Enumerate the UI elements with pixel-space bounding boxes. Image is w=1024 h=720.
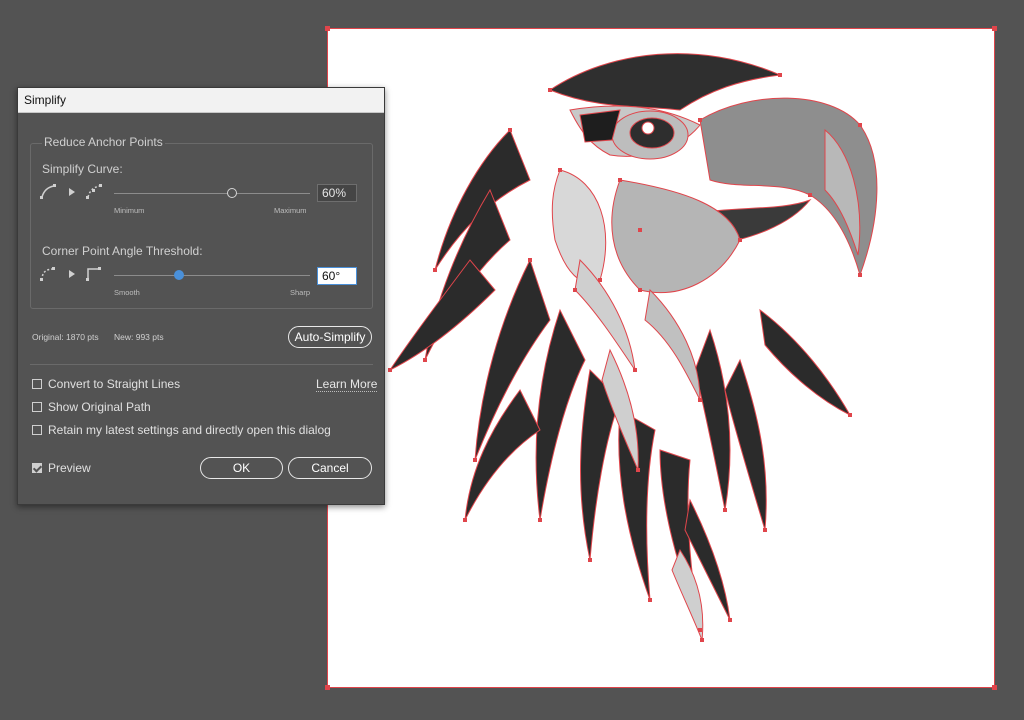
show-original-path-checkbox[interactable] — [32, 402, 42, 412]
artboard-corner-handle[interactable] — [325, 26, 330, 31]
retain-settings-option[interactable]: Retain my latest settings and directly o… — [32, 422, 331, 438]
simplify-dialog: Simplify Reduce Anchor Points Simplify C… — [17, 87, 385, 505]
preview-label: Preview — [48, 461, 91, 475]
simplify-curve-max-label: Maximum — [274, 206, 307, 215]
show-original-path-option[interactable]: Show Original Path — [32, 399, 151, 415]
corner-threshold-label: Corner Point Angle Threshold: — [42, 244, 203, 258]
preview-checkbox[interactable] — [32, 463, 42, 473]
simplify-curve-value-field[interactable]: 60% — [317, 184, 357, 202]
artboard-corner-handle[interactable] — [992, 26, 997, 31]
eagle-head-artwork[interactable] — [380, 30, 940, 660]
divider — [30, 364, 373, 365]
corner-threshold-value-field[interactable]: 60° — [317, 267, 357, 285]
corner-threshold-min-label: Smooth — [114, 288, 140, 297]
show-original-path-label: Show Original Path — [48, 400, 151, 414]
learn-more-link[interactable]: Learn More — [316, 377, 378, 392]
original-points-text: Original: 1870 pts — [32, 332, 99, 342]
corner-threshold-slider-track[interactable] — [114, 275, 310, 276]
arrow-right-icon — [69, 188, 75, 196]
artboard-corner-handle[interactable] — [325, 685, 330, 690]
corner-smooth-icon — [40, 267, 55, 281]
simplify-curve-label: Simplify Curve: — [42, 162, 123, 176]
retain-settings-checkbox[interactable] — [32, 425, 42, 435]
simplify-curve-min-label: Minimum — [114, 206, 145, 215]
arrow-right-icon — [69, 270, 75, 278]
simplify-curve-slider-track[interactable] — [114, 193, 310, 194]
convert-straight-lines-option[interactable]: Convert to Straight Lines — [32, 376, 180, 392]
artboard-corner-handle[interactable] — [992, 685, 997, 690]
auto-simplify-button[interactable]: Auto-Simplify — [288, 326, 372, 348]
corner-sharp-icon — [86, 267, 101, 281]
dialog-title[interactable]: Simplify — [18, 88, 384, 113]
group-title: Reduce Anchor Points — [42, 135, 165, 149]
convert-straight-lines-checkbox[interactable] — [32, 379, 42, 389]
preview-option[interactable]: Preview — [32, 460, 91, 476]
retain-settings-label: Retain my latest settings and directly o… — [48, 423, 331, 437]
corner-threshold-max-label: Sharp — [290, 288, 311, 297]
ok-button[interactable]: OK — [200, 457, 283, 479]
convert-straight-lines-label: Convert to Straight Lines — [48, 377, 181, 391]
cancel-button[interactable]: Cancel — [288, 457, 372, 479]
curve-simplified-icon — [86, 184, 102, 199]
new-points-text: New: 993 pts — [114, 332, 164, 342]
simplify-curve-slider-thumb[interactable] — [226, 188, 237, 198]
